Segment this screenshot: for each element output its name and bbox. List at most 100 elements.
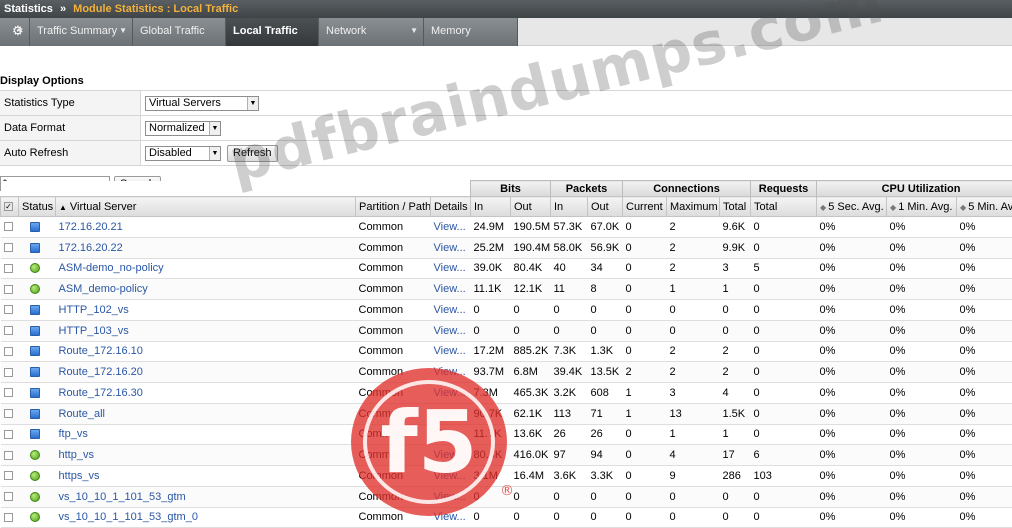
refresh-button[interactable]: Refresh — [227, 145, 278, 162]
virtual-server-link[interactable]: 172.16.20.21 — [56, 217, 356, 238]
virtual-server-link[interactable]: Route_172.16.30 — [56, 383, 356, 404]
details-link[interactable]: View... — [431, 362, 471, 383]
packets-in-cell: 11 — [551, 279, 588, 300]
tab-traffic-summary[interactable]: Traffic Summary ▼ — [30, 18, 133, 46]
row-select-cell[interactable] — [1, 300, 19, 321]
table-row: http_vsCommonView...80.4K416.0K979404176… — [1, 445, 1012, 466]
conn-total-cell: 2 — [720, 362, 751, 383]
col-packets-in[interactable]: In — [551, 197, 588, 217]
tab-local-traffic[interactable]: Local Traffic — [226, 18, 319, 46]
select-all-checkbox[interactable]: ✓ — [1, 197, 19, 217]
virtual-server-link[interactable]: HTTP_103_vs — [56, 320, 356, 341]
details-link[interactable]: View... — [431, 507, 471, 528]
details-link[interactable]: View... — [431, 320, 471, 341]
status-cell — [19, 507, 56, 528]
virtual-server-link[interactable]: vs_10_10_1_101_53_gtm_0 — [56, 507, 356, 528]
col-conn-maximum[interactable]: Maximum — [667, 197, 720, 217]
row-select-cell[interactable] — [1, 362, 19, 383]
cpu-1min-cell: 0% — [887, 320, 957, 341]
col-cpu-5sec[interactable]: ◆5 Sec. Avg. — [817, 197, 887, 217]
requests-total-cell: 0 — [751, 300, 817, 321]
data-format-select[interactable]: Normalized ▼ — [145, 121, 221, 136]
details-link[interactable]: View... — [431, 424, 471, 445]
col-virtual-server[interactable]: ▲Virtual Server — [56, 197, 356, 217]
details-link[interactable]: View... — [431, 300, 471, 321]
col-cpu-5min[interactable]: ◆5 Min. Avg. — [957, 197, 1012, 217]
row-checkbox[interactable] — [4, 222, 13, 231]
row-select-cell[interactable] — [1, 403, 19, 424]
virtual-server-link[interactable]: ASM_demo-policy — [56, 279, 356, 300]
virtual-server-link[interactable]: ftp_vs — [56, 424, 356, 445]
col-conn-current[interactable]: Current — [623, 197, 667, 217]
row-checkbox[interactable] — [4, 264, 13, 273]
row-checkbox[interactable] — [4, 326, 13, 335]
details-link[interactable]: View... — [431, 466, 471, 487]
details-link[interactable]: View... — [431, 217, 471, 238]
row-select-cell[interactable] — [1, 258, 19, 279]
cpu-5sec-cell: 0% — [817, 486, 887, 507]
col-cpu-1min[interactable]: ◆1 Min. Avg. — [887, 197, 957, 217]
details-link[interactable]: View... — [431, 279, 471, 300]
row-checkbox[interactable] — [4, 513, 13, 522]
row-checkbox[interactable] — [4, 305, 13, 314]
virtual-server-link[interactable]: Route_all — [56, 403, 356, 424]
col-requests-total[interactable]: Total — [751, 197, 817, 217]
tab-label: Memory — [431, 25, 471, 37]
col-partition[interactable]: Partition / Path — [356, 197, 431, 217]
row-select-cell[interactable] — [1, 237, 19, 258]
row-select-cell[interactable] — [1, 341, 19, 362]
row-checkbox[interactable] — [4, 409, 13, 418]
row-select-cell[interactable] — [1, 217, 19, 238]
row-select-cell[interactable] — [1, 383, 19, 404]
tab-network[interactable]: Network ▼ — [319, 18, 424, 46]
row-select-cell[interactable] — [1, 445, 19, 466]
group-packets: Packets — [551, 181, 623, 197]
breadcrumb-section[interactable]: Statistics — [4, 3, 53, 15]
row-select-cell[interactable] — [1, 466, 19, 487]
col-bits-in[interactable]: In — [471, 197, 511, 217]
auto-refresh-select[interactable]: Disabled ▼ — [145, 146, 221, 161]
tab-memory[interactable]: Memory — [424, 18, 518, 46]
row-select-cell[interactable] — [1, 486, 19, 507]
row-checkbox[interactable] — [4, 451, 13, 460]
row-select-cell[interactable] — [1, 320, 19, 341]
virtual-server-link[interactable]: https_vs — [56, 466, 356, 487]
virtual-server-link[interactable]: vs_10_10_1_101_53_gtm — [56, 486, 356, 507]
row-checkbox[interactable] — [4, 347, 13, 356]
virtual-server-link[interactable]: http_vs — [56, 445, 356, 466]
settings-menu-tab[interactable]: ⚙ ▼ — [0, 18, 30, 46]
row-checkbox[interactable] — [4, 492, 13, 501]
row-select-cell[interactable] — [1, 507, 19, 528]
details-link[interactable]: View... — [431, 341, 471, 362]
col-bits-out[interactable]: Out — [511, 197, 551, 217]
row-checkbox[interactable] — [4, 388, 13, 397]
row-checkbox[interactable] — [4, 368, 13, 377]
details-link[interactable]: View... — [431, 403, 471, 424]
virtual-server-link[interactable]: Route_172.16.10 — [56, 341, 356, 362]
virtual-server-link[interactable]: 172.16.20.22 — [56, 237, 356, 258]
bits-out-cell: 62.1K — [511, 403, 551, 424]
row-select-cell[interactable] — [1, 279, 19, 300]
virtual-server-link[interactable]: HTTP_102_vs — [56, 300, 356, 321]
details-link[interactable]: View... — [431, 445, 471, 466]
row-checkbox[interactable] — [4, 430, 13, 439]
col-status[interactable]: Status — [19, 197, 56, 217]
virtual-server-link[interactable]: Route_172.16.20 — [56, 362, 356, 383]
conn-total-cell: 9.9K — [720, 237, 751, 258]
packets-out-cell: 34 — [588, 258, 623, 279]
virtual-server-link[interactable]: ASM-demo_no-policy — [56, 258, 356, 279]
row-select-cell[interactable] — [1, 424, 19, 445]
details-link[interactable]: View... — [431, 237, 471, 258]
bits-in-cell: 25.2M — [471, 237, 511, 258]
tab-global-traffic[interactable]: Global Traffic — [133, 18, 226, 46]
details-link[interactable]: View... — [431, 383, 471, 404]
col-conn-total[interactable]: Total — [720, 197, 751, 217]
cpu-5min-cell: 0% — [957, 320, 1012, 341]
col-packets-out[interactable]: Out — [588, 197, 623, 217]
row-checkbox[interactable] — [4, 243, 13, 252]
row-checkbox[interactable] — [4, 285, 13, 294]
row-checkbox[interactable] — [4, 471, 13, 480]
statistics-type-select[interactable]: Virtual Servers ▼ — [145, 96, 259, 111]
details-link[interactable]: View... — [431, 486, 471, 507]
details-link[interactable]: View... — [431, 258, 471, 279]
